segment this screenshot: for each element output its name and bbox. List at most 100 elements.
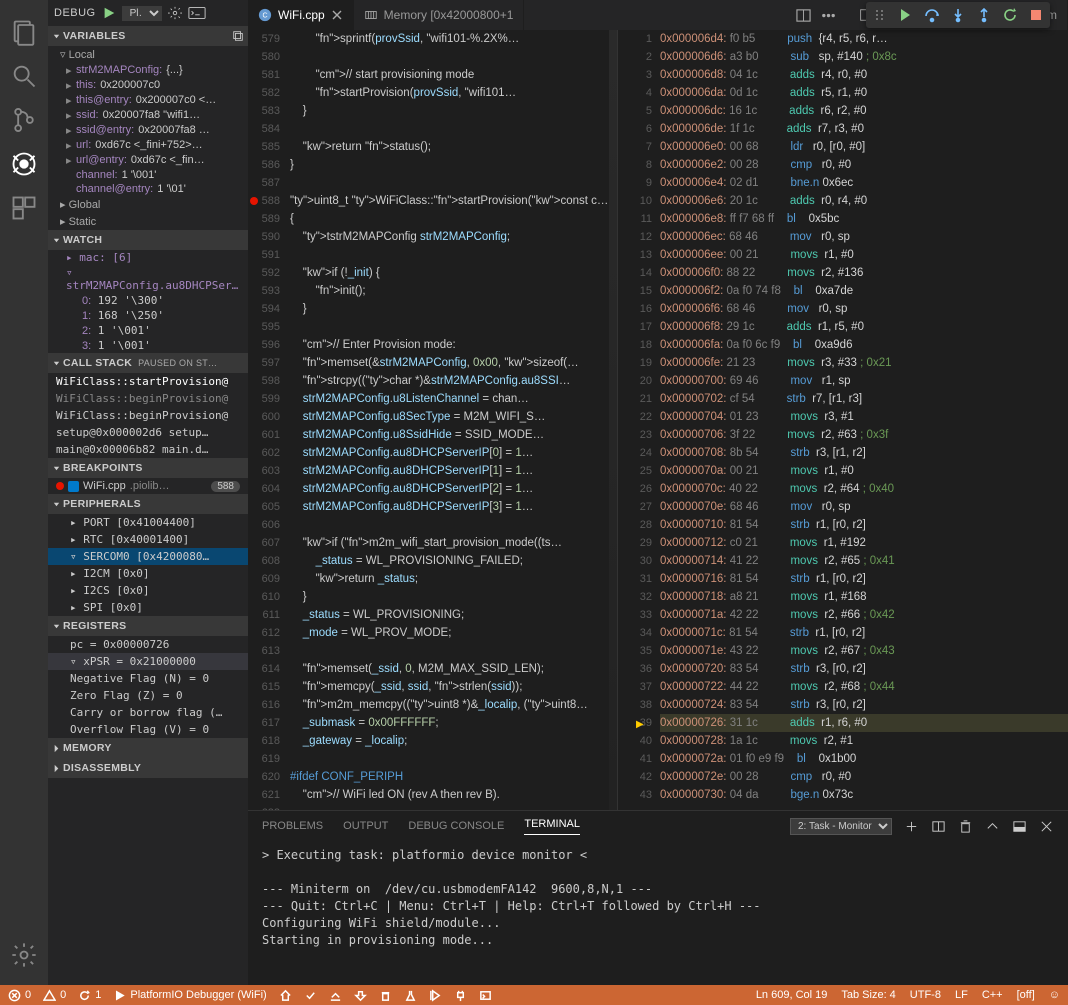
terminal-body[interactable]: > Executing task: platformio device moni…: [248, 841, 1068, 955]
status-tabsize[interactable]: Tab Size: 4: [841, 989, 895, 1001]
variable-row[interactable]: ▸ssid@entry:0x20007fa8 …: [48, 123, 248, 138]
close-panel-icon[interactable]: [1039, 819, 1054, 834]
disassembly-section[interactable]: DISASSEMBLY: [48, 758, 248, 778]
register-row[interactable]: Zero Flag (Z) = 0: [48, 687, 248, 704]
callstack-frame[interactable]: WiFiClass::startProvision@: [48, 373, 248, 390]
scope-static[interactable]: ▸ Static: [48, 213, 248, 230]
breakpoints-section[interactable]: BREAKPOINTS: [48, 458, 248, 478]
status-sync[interactable]: 1: [78, 989, 101, 1002]
status-download-icon[interactable]: [354, 989, 367, 1002]
callstack-frame[interactable]: WiFiClass::beginProvision@: [48, 390, 248, 407]
collapse-all-icon[interactable]: [232, 30, 244, 42]
kill-terminal-icon[interactable]: [958, 819, 973, 834]
status-errors[interactable]: 0: [8, 989, 31, 1002]
extensions-icon[interactable]: [10, 194, 38, 222]
status-trash-icon[interactable]: [379, 989, 392, 1002]
status-plug-icon[interactable]: [454, 989, 467, 1002]
status-check-icon[interactable]: [304, 989, 317, 1002]
split-terminal-icon[interactable]: [931, 819, 946, 834]
breakpoint-checkbox[interactable]: [68, 481, 79, 492]
scope-local[interactable]: ▿ Local: [48, 46, 248, 63]
drag-handle-icon[interactable]: [872, 7, 888, 23]
variable-row[interactable]: ▸strM2MAPConfig:{...}: [48, 63, 248, 78]
variable-row[interactable]: channel:1 '\001': [48, 168, 248, 182]
variable-row[interactable]: ▸url@entry:0xd67c <_fin…: [48, 153, 248, 168]
watch-item[interactable]: 1: 168 '\250': [48, 308, 248, 323]
peripheral-row[interactable]: ▸ PORT [0x41004400]: [48, 514, 248, 531]
start-debug-icon[interactable]: [102, 6, 116, 20]
peripheral-row[interactable]: ▸ RTC [0x40001400]: [48, 531, 248, 548]
registers-section[interactable]: REGISTERS: [48, 616, 248, 636]
tab-debug-console[interactable]: DEBUG CONSOLE: [408, 820, 504, 832]
status-home-icon[interactable]: [279, 989, 292, 1002]
register-row[interactable]: Carry or borrow flag (…: [48, 704, 248, 721]
tab-memory[interactable]: Memory [0x42000800+1: [354, 0, 525, 30]
status-flask-icon[interactable]: [404, 989, 417, 1002]
register-row[interactable]: ▿ xPSR = 0x21000000: [48, 653, 248, 670]
status-feedback-icon[interactable]: ☺: [1049, 989, 1060, 1001]
variable-row[interactable]: ▸this:0x200007c0: [48, 78, 248, 93]
split-editor-icon[interactable]: [796, 8, 811, 23]
debug-toolbar[interactable]: [866, 2, 1050, 28]
breakpoint-row[interactable]: WiFi.cpp .piolib… 588: [48, 478, 248, 494]
variables-section[interactable]: VARIABLES: [48, 26, 248, 46]
status-terminal-icon[interactable]: [479, 989, 492, 1002]
code-area[interactable]: "fn">sprintf(provSsid, "wifi101-%.2X%… "…: [290, 30, 617, 810]
peripheral-row[interactable]: ▸ I2CS [0x0]: [48, 582, 248, 599]
step-out-icon[interactable]: [976, 7, 992, 23]
variable-row[interactable]: ▸url:0xd67c <_fini+752>…: [48, 138, 248, 153]
maximize-panel-icon[interactable]: [985, 819, 1000, 834]
watch-item[interactable]: 3: 1 '\001': [48, 338, 248, 353]
minimap[interactable]: [609, 30, 617, 810]
close-icon[interactable]: [331, 9, 343, 21]
disassembly-editor[interactable]: 1234567891011121314151617181920212223242…: [618, 30, 1068, 810]
debug-console-icon[interactable]: [188, 6, 206, 20]
status-language[interactable]: C++: [982, 989, 1003, 1001]
continue-icon[interactable]: [898, 7, 914, 23]
watch-section[interactable]: WATCH: [48, 230, 248, 250]
disasm-area[interactable]: 0x000006d4: f0 b5 push {r4, r5, r6, r…0x…: [660, 30, 1068, 810]
watch-row[interactable]: ▿ strM2MAPConfig.au8DHCPSer…: [48, 265, 248, 293]
watch-item[interactable]: 2: 1 '\001': [48, 323, 248, 338]
source-editor[interactable]: 5795805815825835845855865875885895905915…: [248, 30, 618, 810]
register-row[interactable]: pc = 0x00000726: [48, 636, 248, 653]
watch-item[interactable]: 0: 192 '\300': [48, 293, 248, 308]
stop-icon[interactable]: [1028, 7, 1044, 23]
step-into-icon[interactable]: [950, 7, 966, 23]
variable-row[interactable]: channel@entry:1 '\01': [48, 182, 248, 196]
status-run-icon[interactable]: [429, 989, 442, 1002]
watch-row[interactable]: ▸ mac: [6]: [48, 250, 248, 265]
more-icon[interactable]: [821, 8, 836, 23]
status-debug-task[interactable]: PlatformIO Debugger (WiFi): [113, 989, 266, 1002]
status-warnings[interactable]: 0: [43, 989, 66, 1002]
panel-position-icon[interactable]: [1012, 819, 1027, 834]
callstack-frame[interactable]: main@0x00006b82 main.d…: [48, 441, 248, 458]
tab-problems[interactable]: PROBLEMS: [262, 820, 323, 832]
register-row[interactable]: Overflow Flag (V) = 0: [48, 721, 248, 738]
tab-wifi-cpp[interactable]: C WiFi.cpp: [248, 0, 354, 30]
restart-icon[interactable]: [1002, 7, 1018, 23]
status-upload-icon[interactable]: [329, 989, 342, 1002]
callstack-frame[interactable]: setup@0x000002d6 setup…: [48, 424, 248, 441]
variable-row[interactable]: ▸ssid:0x20007fa8 "wifi1…: [48, 108, 248, 123]
tab-output[interactable]: OUTPUT: [343, 820, 388, 832]
status-eol[interactable]: LF: [955, 989, 968, 1001]
search-icon[interactable]: [10, 62, 38, 90]
step-over-icon[interactable]: [924, 7, 940, 23]
debug-icon[interactable]: [10, 150, 38, 178]
source-control-icon[interactable]: [10, 106, 38, 134]
new-terminal-icon[interactable]: [904, 819, 919, 834]
explorer-icon[interactable]: [10, 18, 38, 46]
peripherals-section[interactable]: PERIPHERALS: [48, 494, 248, 514]
settings-gear-icon[interactable]: [10, 941, 38, 969]
status-mode[interactable]: [off]: [1017, 989, 1035, 1001]
scope-global[interactable]: ▸ Global: [48, 196, 248, 213]
variable-row[interactable]: ▸this@entry:0x200007c0 <…: [48, 93, 248, 108]
terminal-select[interactable]: 2: Task - Monitor: [790, 818, 892, 835]
peripheral-row[interactable]: ▸ I2CM [0x0]: [48, 565, 248, 582]
callstack-section[interactable]: CALL STACKPAUSED ON ST…: [48, 353, 248, 373]
callstack-frame[interactable]: WiFiClass::beginProvision@: [48, 407, 248, 424]
debug-config-select[interactable]: Pl…: [122, 6, 162, 21]
status-position[interactable]: Ln 609, Col 19: [756, 989, 828, 1001]
memory-section[interactable]: MEMORY: [48, 738, 248, 758]
